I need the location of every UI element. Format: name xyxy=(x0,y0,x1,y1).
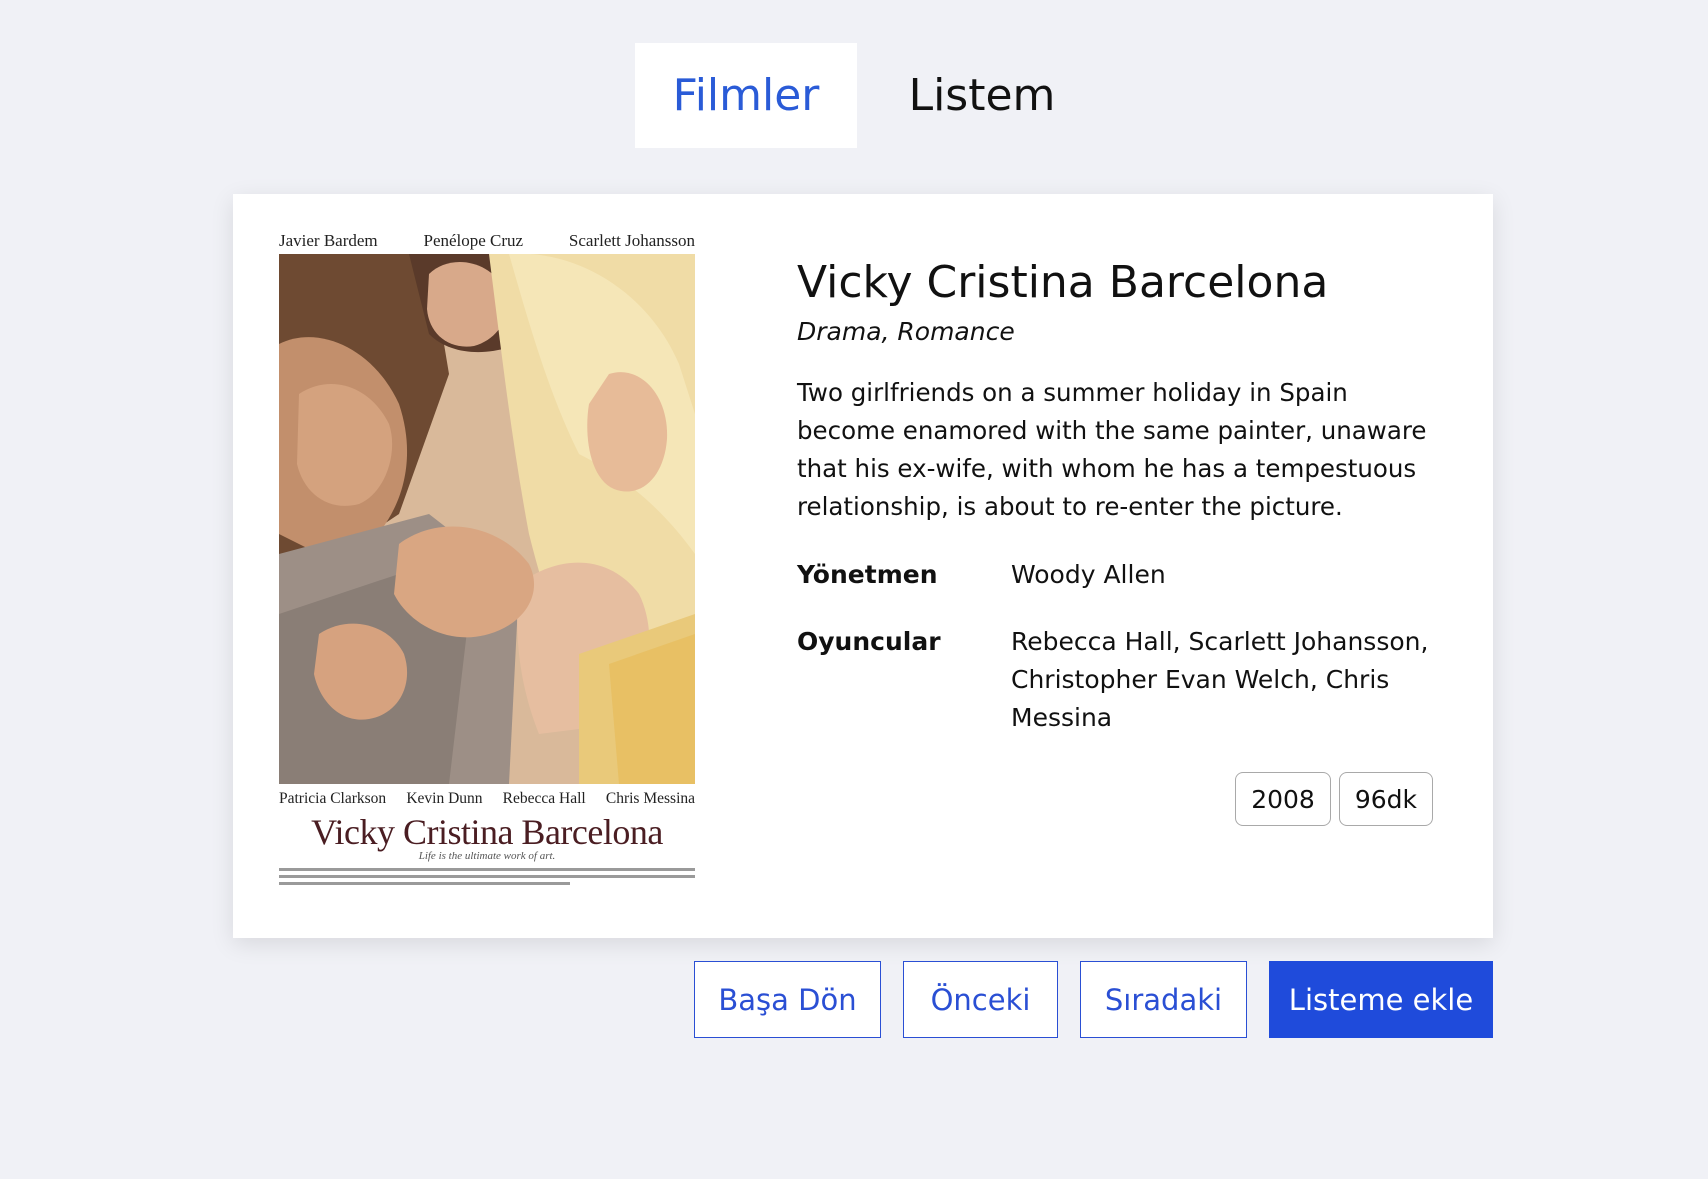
movie-plot: Two girlfriends on a summer holiday in S… xyxy=(797,377,1427,521)
add-to-list-button[interactable]: Listeme ekle xyxy=(1269,961,1493,1038)
tab-filmler[interactable]: Filmler xyxy=(635,43,857,148)
movie-genres: Drama, Romance xyxy=(797,316,1015,346)
poster-title: Vicky Cristina Barcelona xyxy=(311,812,663,852)
poster-bottom-cast: Patricia Clarkson Kevin Dunn Rebecca Hal… xyxy=(279,788,695,810)
poster-cast-name: Javier Bardem xyxy=(279,231,378,250)
next-button[interactable]: Sıradaki xyxy=(1080,961,1247,1038)
cast-value: Rebecca Hall, Scarlett Johansson, Christ… xyxy=(1011,626,1429,732)
action-bar: Başa Dön Önceki Sıradaki Listeme ekle xyxy=(694,961,1493,1038)
poster-cast-name: Scarlett Johansson xyxy=(568,231,695,250)
cast-label: Oyuncular xyxy=(797,626,941,656)
cast-row: Oyuncular Rebecca Hall, Scarlett Johanss… xyxy=(797,623,1437,737)
tab-listem[interactable]: Listem xyxy=(857,43,1107,148)
poster-cast-name: Kevin Dunn xyxy=(406,790,483,807)
movie-title: Vicky Cristina Barcelona xyxy=(797,257,1329,308)
poster-top-cast: Javier Bardem Penélope Cruz Scarlett Joh… xyxy=(279,228,695,254)
movie-poster: Javier Bardem Penélope Cruz Scarlett Joh… xyxy=(279,228,695,900)
poster-tagline: Life is the ultimate work of art. xyxy=(418,850,556,862)
runtime-badge: 96dk xyxy=(1338,772,1433,826)
poster-cast-name: Patricia Clarkson xyxy=(279,790,387,807)
movie-badges: 2008 96dk xyxy=(1235,772,1433,826)
movie-details: Vicky Cristina Barcelona Drama, Romance … xyxy=(797,257,1437,737)
year-badge: 2008 xyxy=(1235,772,1331,826)
previous-button[interactable]: Önceki xyxy=(903,961,1058,1038)
movie-card: Javier Bardem Penélope Cruz Scarlett Joh… xyxy=(233,194,1493,938)
director-value: Woody Allen xyxy=(1011,559,1166,589)
poster-cast-name: Rebecca Hall xyxy=(502,790,586,807)
poster-illustration xyxy=(279,254,695,784)
nav-tabs: Filmler Listem xyxy=(635,43,1107,148)
poster-cast-name: Penélope Cruz xyxy=(423,231,524,250)
poster-credit-block xyxy=(279,864,695,900)
first-button[interactable]: Başa Dön xyxy=(694,961,881,1038)
director-label: Yönetmen xyxy=(797,559,938,589)
director-row: Yönetmen Woody Allen xyxy=(797,556,1437,594)
poster-cast-name: Chris Messina xyxy=(605,790,695,807)
poster-photo xyxy=(279,254,695,784)
